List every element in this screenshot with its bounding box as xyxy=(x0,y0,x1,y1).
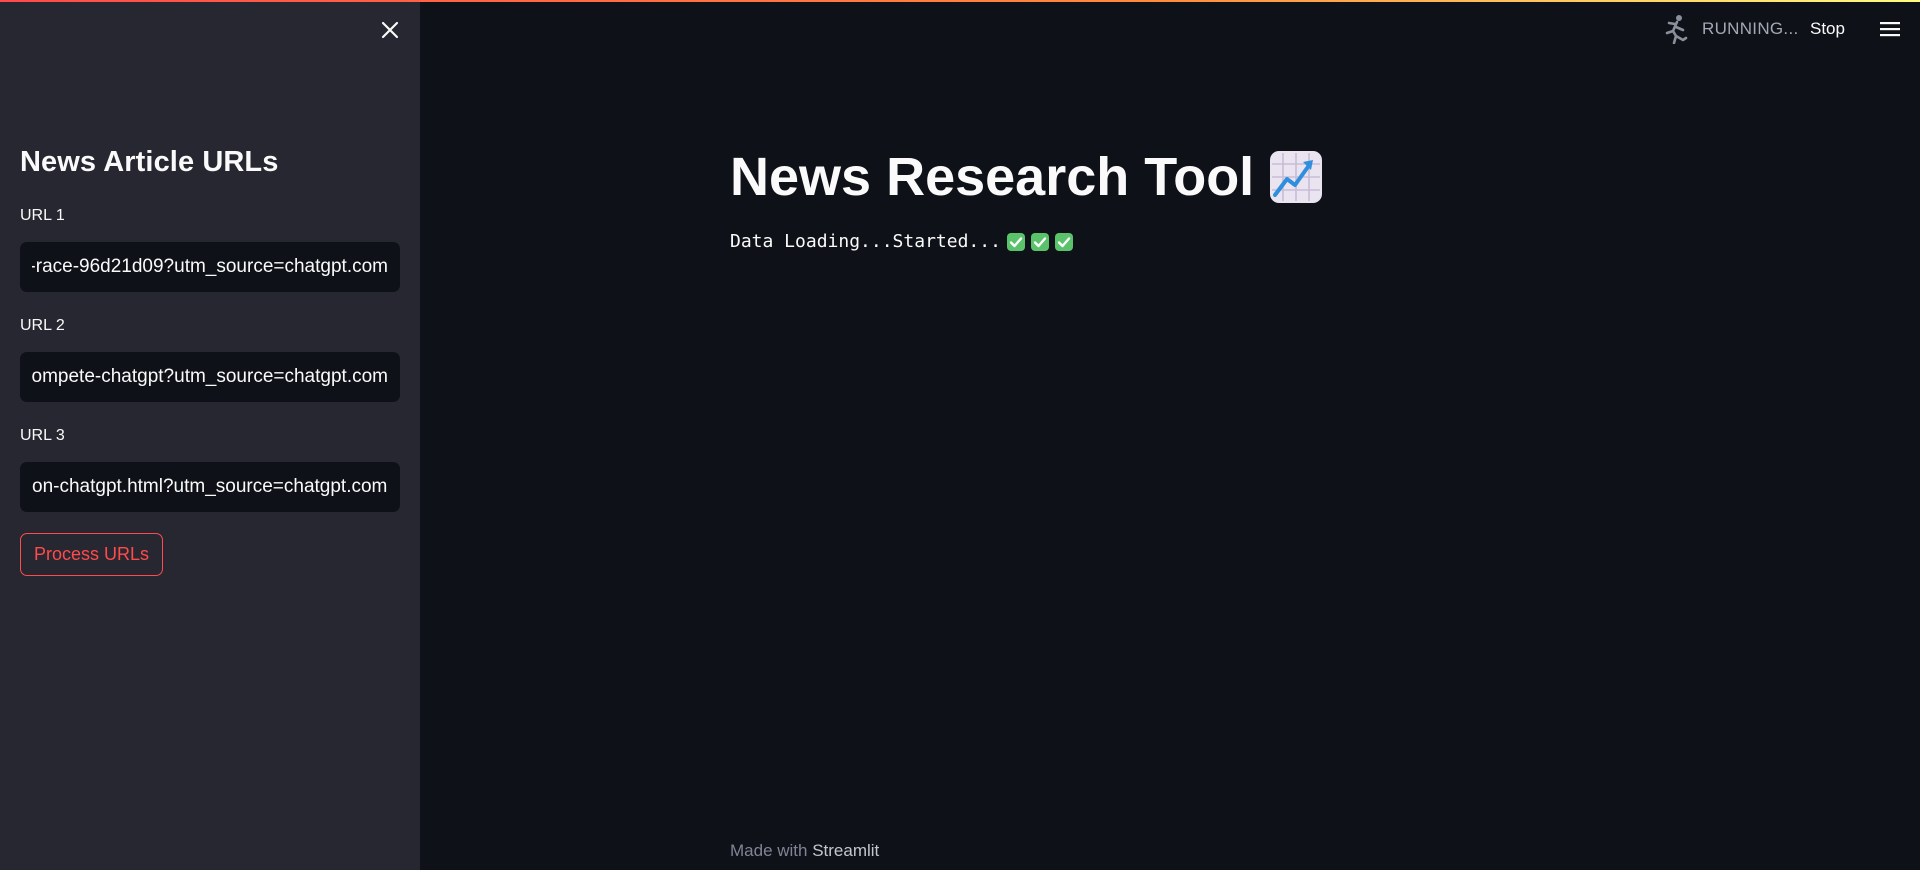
page-title-text: News Research Tool xyxy=(730,147,1255,207)
url-2-label: URL 2 xyxy=(20,317,65,334)
check-mark-icon xyxy=(1006,232,1025,251)
data-loading-status: Data Loading...Started... xyxy=(730,231,1073,252)
top-decoration-bar xyxy=(0,0,1920,2)
main-menu-button[interactable] xyxy=(1879,20,1901,38)
url-1-input[interactable] xyxy=(20,242,400,292)
process-urls-button[interactable]: Process URLs xyxy=(20,533,163,576)
close-icon xyxy=(381,21,399,39)
check-mark-icon xyxy=(1054,232,1073,251)
chart-increasing-icon xyxy=(1268,149,1324,205)
running-status: RUNNING... xyxy=(1702,19,1799,38)
url-2-input[interactable] xyxy=(20,352,400,402)
status-text: Data Loading...Started... xyxy=(730,231,1001,252)
stop-button[interactable]: Stop xyxy=(1810,19,1845,39)
streamlit-link[interactable]: Streamlit xyxy=(812,841,879,860)
url-3-input[interactable] xyxy=(20,462,400,512)
check-mark-icon xyxy=(1030,232,1049,251)
sidebar: News Article URLs URL 1 URL 2 URL 3 Proc… xyxy=(0,0,420,870)
close-sidebar-button[interactable] xyxy=(378,18,402,42)
hamburger-menu-icon xyxy=(1880,22,1900,37)
sidebar-title: News Article URLs xyxy=(20,146,279,178)
url-1-label: URL 1 xyxy=(20,207,65,224)
running-man-icon xyxy=(1662,14,1690,45)
footer-prefix: Made with xyxy=(730,841,813,860)
page-title: News Research Tool xyxy=(730,146,1324,208)
app: News Article URLs URL 1 URL 2 URL 3 Proc… xyxy=(0,0,1920,870)
footer: Made with Streamlit xyxy=(730,841,879,861)
url-3-label: URL 3 xyxy=(20,427,65,444)
